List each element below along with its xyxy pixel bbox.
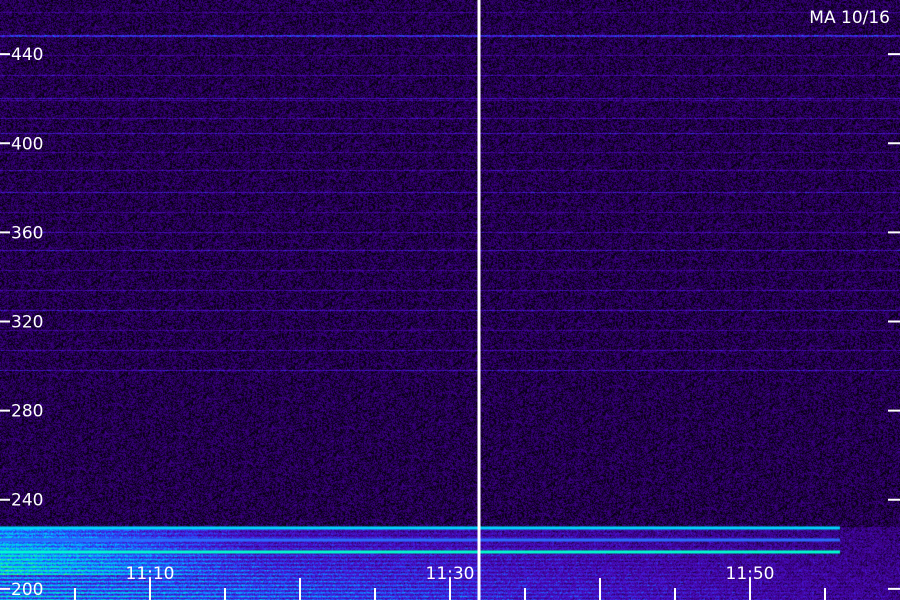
y-tick-label: 400: [11, 134, 43, 154]
y-tick-label: 320: [11, 313, 43, 333]
chart-title: MA 10/16: [809, 8, 890, 28]
y-tick-label: 360: [11, 223, 43, 243]
y-tick-label: 280: [11, 402, 43, 422]
x-axis: 11:10 11:30 11:50: [74, 564, 826, 600]
y-tick-label: 440: [11, 45, 43, 65]
y-axis-right: [888, 53, 900, 590]
y-tick-label: 200: [11, 580, 43, 600]
y-tick-label: 240: [11, 491, 43, 511]
spectrogram-overlay: 200 240 280 320 360 400 440 11:10 11:30 11:50 MA…: [0, 0, 900, 600]
y-axis-left: 200 240 280 320 360 400 440: [0, 45, 43, 600]
